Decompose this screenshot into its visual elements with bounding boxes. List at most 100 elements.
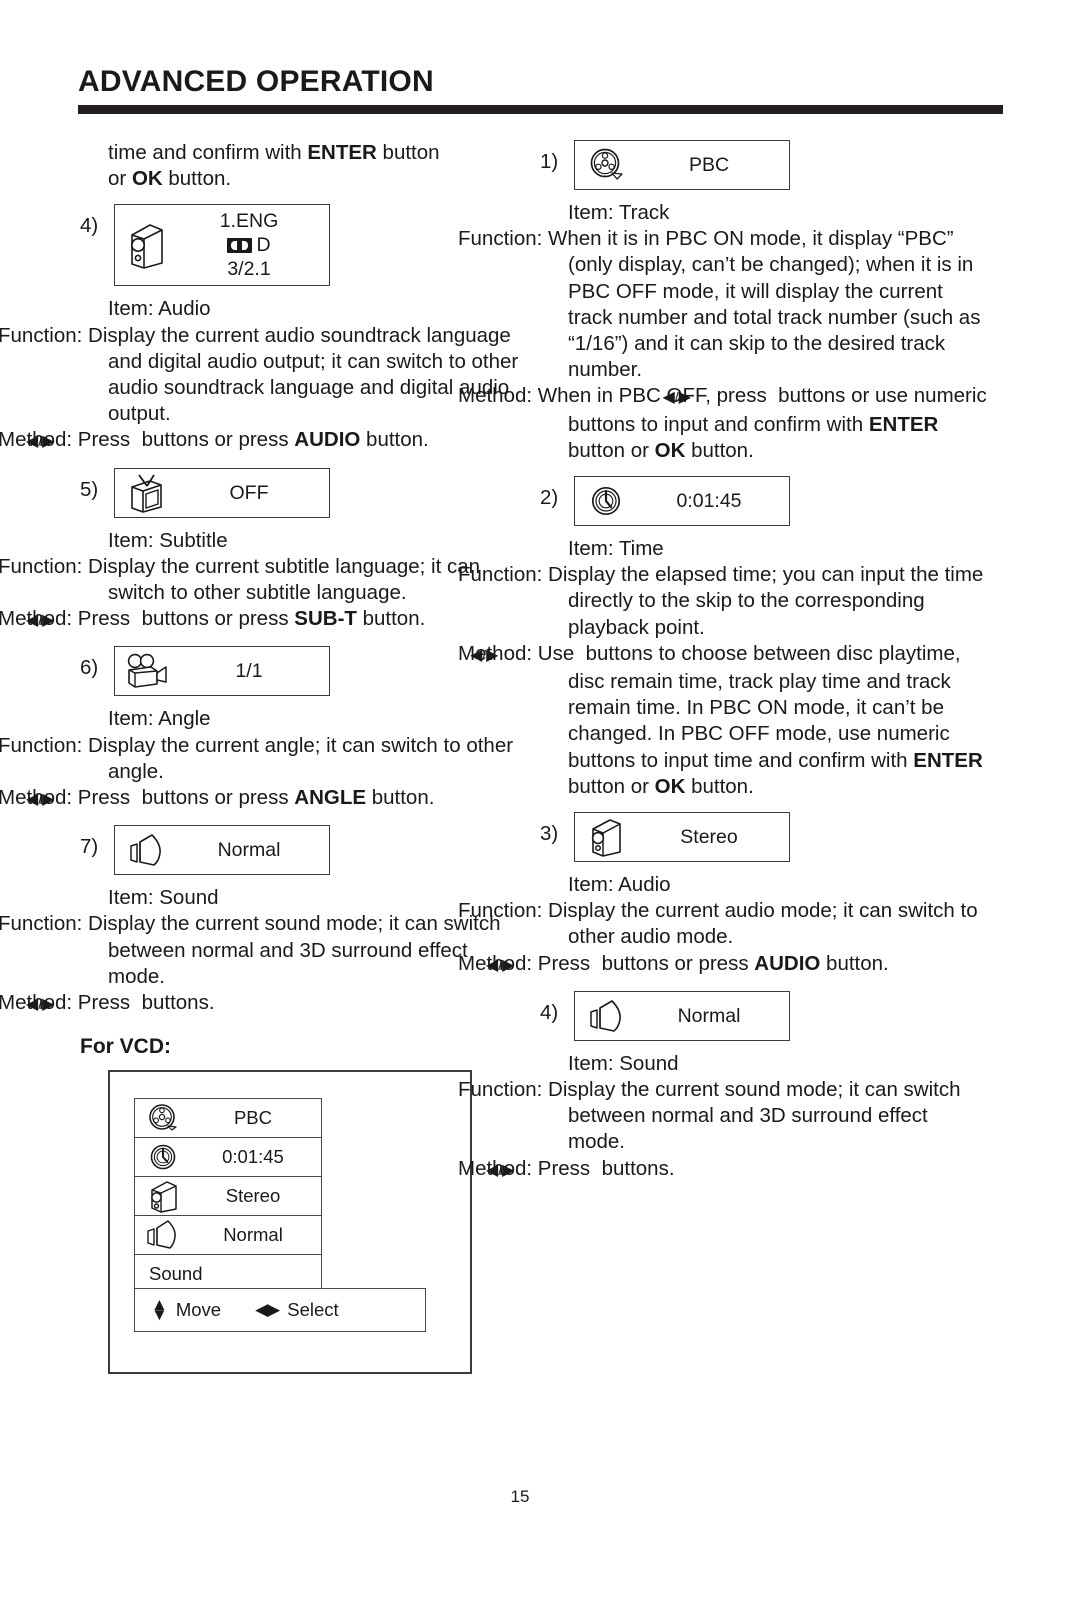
audio-speaker-icon — [135, 1179, 191, 1214]
function-text: Display the current angle; it can switch… — [88, 733, 514, 783]
osd-value: 1.ENG D 3/2.1 — [177, 209, 329, 281]
method-paragraph: Method: Press ◀/▶ buttons. — [458, 1156, 675, 1180]
osd-sample-angle: 6) 1/1 — [80, 646, 520, 697]
method-bold: AUDIO — [294, 428, 361, 452]
osd-sample-sound: 7) Normal — [80, 825, 520, 876]
function-text: Display the current sound mode; it can s… — [548, 1078, 961, 1154]
function-text: Display the current audio soundtrack lan… — [88, 323, 519, 426]
function-paragraph: Function: Display the current angle; it … — [0, 733, 520, 785]
method-post: button. — [685, 774, 754, 798]
sound-speaker-icon — [575, 997, 637, 1035]
osd-value: 0:01:45 — [676, 490, 742, 513]
audio-speaker-icon — [575, 816, 637, 858]
osd-sample-sound: 4) Normal — [540, 990, 990, 1041]
osd-box: Stereo — [574, 812, 790, 863]
method-bold: SUB-T — [294, 607, 357, 631]
vcd-menu-footer: ▲ ▼ Move ◀▶ Select — [134, 1288, 426, 1333]
osd-value: OFF — [229, 481, 269, 504]
right-column: 1) PBC Item: Track Function: When it is … — [458, 140, 990, 1184]
osd-sample-audio: 4) 1.ENG D 3/2.1 — [80, 204, 520, 287]
function-paragraph: Function: Display the current subtitle l… — [0, 554, 520, 606]
osd-box: 1/1 — [114, 646, 330, 697]
osd-line-1: 1.ENG — [219, 210, 279, 233]
function-label: Function: — [0, 323, 83, 347]
item-label: Item: Time — [568, 537, 664, 561]
film-reel-icon — [135, 1102, 191, 1134]
move-hint: ▲ ▼ Move — [151, 1296, 221, 1323]
osd-number: 4) — [540, 1000, 559, 1024]
osd-value: Stereo — [680, 826, 738, 849]
clock-time-icon — [135, 1141, 191, 1173]
method-post: button. — [366, 786, 435, 810]
method-mid: buttons or press — [135, 786, 295, 810]
vcd-menu-item-audio[interactable]: Stereo — [134, 1176, 322, 1216]
osd-box: PBC — [574, 140, 790, 190]
method-paragraph: Method: Press ◀/▶ buttons or press AUDIO… — [458, 951, 889, 975]
vcd-menu-list: PBC 0:01:45 Stereo Normal Sound — [134, 1098, 322, 1295]
osd-number: 1) — [540, 150, 559, 173]
method-bold2: OK — [654, 774, 686, 798]
osd-box: OFF — [114, 467, 330, 518]
method-mid: buttons. — [135, 991, 215, 1015]
method-post: button. — [356, 607, 426, 631]
tv-subtitle-icon — [115, 473, 177, 513]
select-label: Select — [287, 1299, 339, 1321]
method-pre: Press — [537, 951, 596, 975]
method-bold: ANGLE — [294, 786, 367, 810]
intro-paragraph: time and confirm with ENTER button or OK… — [80, 140, 520, 192]
method-bold: ENTER — [913, 748, 983, 772]
left-right-arrow-icon: ◀▶ — [255, 1300, 280, 1320]
function-label: Function: — [458, 899, 543, 923]
method-mid: buttons to choose between disc playtime,… — [568, 641, 961, 772]
method-paragraph: Method: Press ◀/▶ buttons or press ANGLE… — [0, 786, 435, 810]
film-reel-icon — [575, 146, 637, 184]
function-paragraph: Function: Display the elapsed time; you … — [458, 562, 990, 641]
title-divider — [78, 104, 1003, 114]
vcd-menu-item-label: Stereo — [225, 1185, 281, 1207]
method-pre: Use — [537, 641, 580, 665]
select-hint: ◀▶ Select — [255, 1297, 339, 1323]
method-pre: Press — [77, 607, 136, 631]
audio-speaker-icon — [115, 221, 177, 270]
sound-speaker-icon — [135, 1218, 191, 1252]
vcd-menu-item-pbc[interactable]: PBC — [134, 1098, 322, 1138]
function-label: Function: — [0, 554, 83, 578]
item-label: Item: Angle — [108, 707, 211, 731]
item-label: Item: Sound — [108, 886, 219, 910]
for-vcd-heading: For VCD: — [80, 1035, 171, 1059]
method-mid: buttons or press — [135, 607, 295, 631]
intro-line2-c: button. — [162, 167, 232, 191]
method-post: button. — [820, 951, 889, 975]
method-label: Method: — [458, 384, 533, 408]
item-label: Item: Audio — [568, 873, 671, 897]
osd-box: 1.ENG D 3/2.1 — [114, 204, 330, 287]
function-paragraph: Function: Display the current sound mode… — [458, 1077, 990, 1156]
osd-value: Normal — [677, 1004, 741, 1027]
function-text: When it is in PBC ON mode, it display “P… — [548, 227, 981, 382]
osd-sample-time: 2) 0:01:45 — [540, 476, 990, 527]
method-mid2: button or — [568, 774, 655, 798]
function-text: Display the current subtitle language; i… — [88, 554, 481, 605]
method-paragraph: Method: Press ◀/▶ buttons or press AUDIO… — [0, 428, 429, 452]
vcd-menu-item-time[interactable]: 0:01:45 — [134, 1137, 322, 1177]
intro-ok-bold: OK — [131, 167, 163, 191]
function-paragraph: Function: When it is in PBC ON mode, it … — [458, 226, 990, 383]
left-column: time and confirm with ENTER button or OK… — [0, 140, 520, 1375]
vcd-menu-item-sound[interactable]: Normal — [134, 1215, 322, 1255]
function-text: Display the elapsed time; you can input … — [548, 563, 984, 639]
function-label: Function: — [0, 733, 83, 757]
method-mid: buttons. — [595, 1156, 675, 1180]
method-mid: buttons or press — [135, 428, 295, 452]
function-text: Display the current audio mode; it can s… — [548, 899, 978, 949]
osd-box: Normal — [114, 825, 330, 876]
vcd-menu-item-label: Sound — [149, 1263, 203, 1285]
osd-value: PBC — [688, 154, 730, 176]
osd-sample-track: 1) PBC — [540, 140, 990, 190]
item-label: Item: Subtitle — [108, 528, 228, 552]
method-pre: Press — [537, 1156, 596, 1180]
page-number: 15 — [510, 1487, 530, 1506]
intro-line2-a: or — [108, 167, 132, 191]
function-label: Function: — [458, 227, 543, 251]
method-paragraph: Method: When in PBC OFF, press ◀/▶ butto… — [458, 384, 987, 462]
page-header: ADVANCED OPERATION — [78, 66, 1003, 114]
